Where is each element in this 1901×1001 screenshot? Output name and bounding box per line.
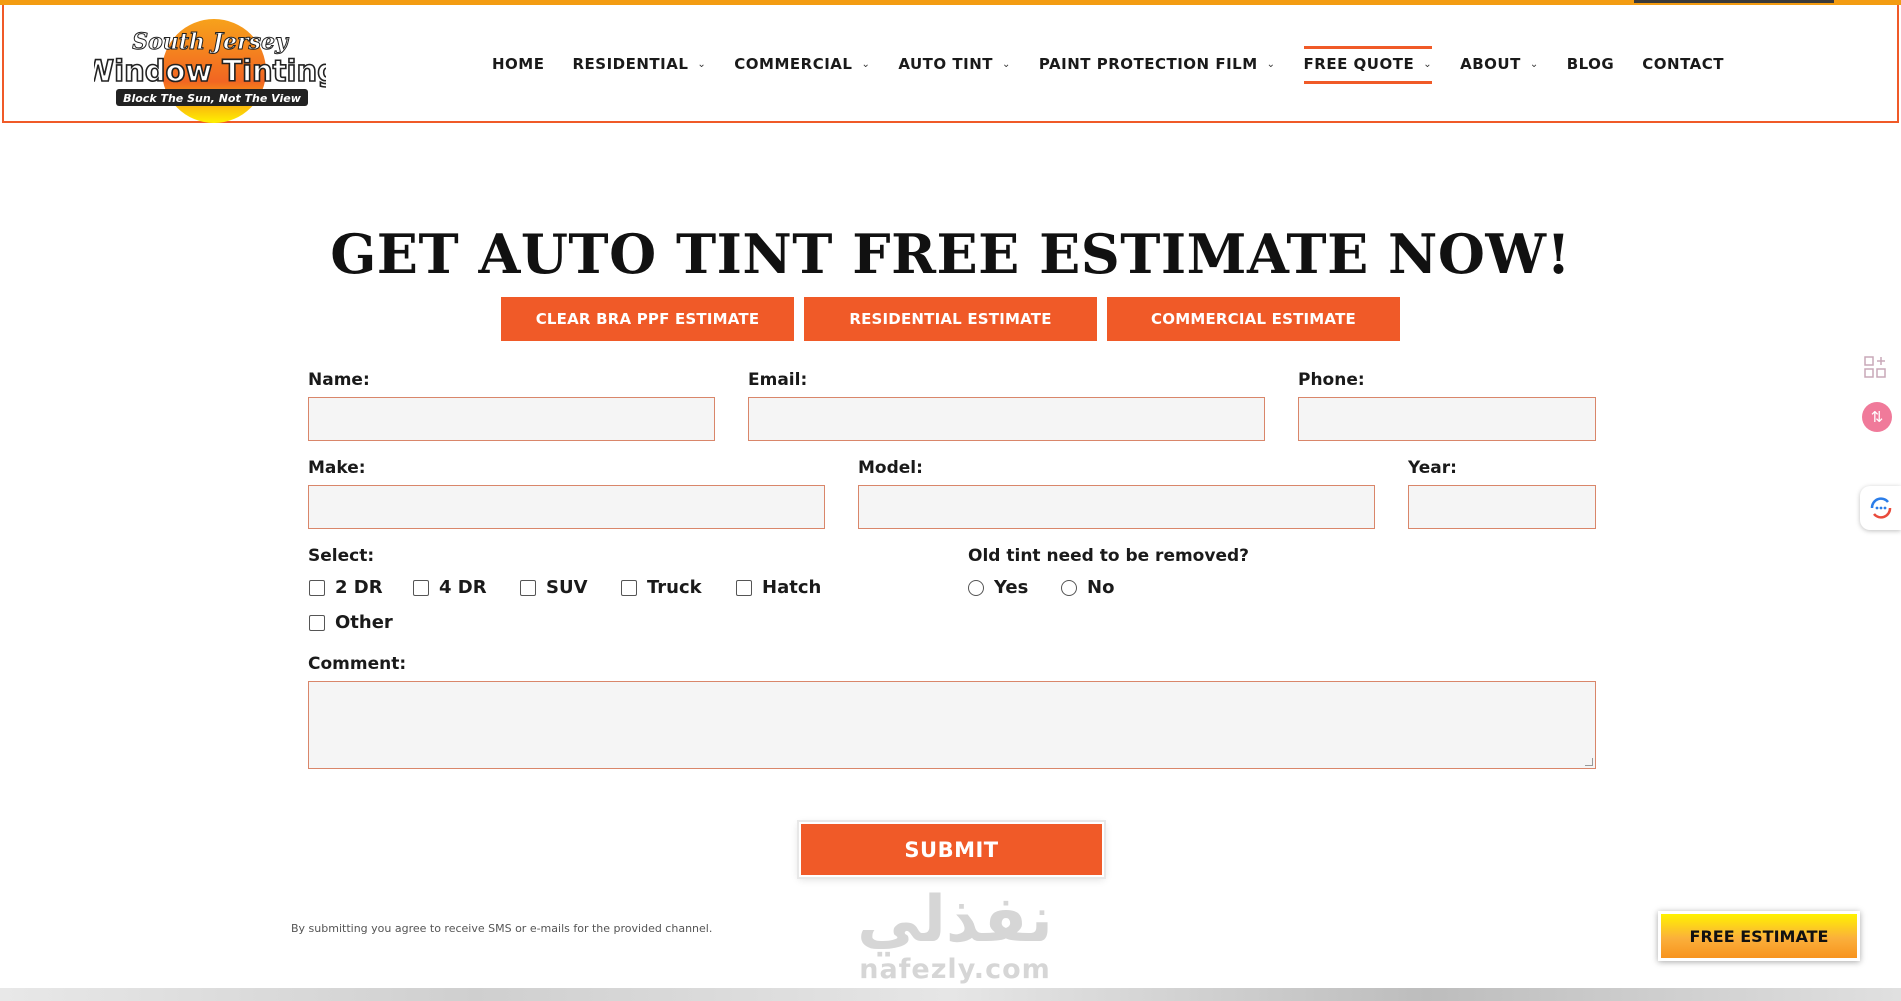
name-input[interactable] (308, 397, 715, 441)
checkbox[interactable] (413, 579, 429, 596)
email-input[interactable] (748, 397, 1265, 441)
residential-estimate-button[interactable]: RESIDENTIAL ESTIMATE (804, 297, 1097, 341)
nav-label: PAINT PROTECTION FILM (1038, 55, 1258, 73)
logo-top-text: South Jersey (132, 29, 290, 55)
sms-consent-disclaimer: By submitting you agree to receive SMS o… (291, 922, 713, 935)
nav-label: COMMERCIAL (734, 55, 853, 73)
checkbox[interactable] (520, 579, 536, 596)
nav-blog[interactable]: BLOG (1567, 44, 1615, 84)
option-label: 4 DR (439, 577, 487, 598)
radio[interactable] (1061, 579, 1077, 596)
nav-label: CONTACT (1642, 55, 1724, 73)
submit-button[interactable]: SUBMIT (799, 822, 1104, 877)
resize-handle-icon[interactable] (1585, 758, 1593, 766)
apps-grid-icon[interactable] (1862, 354, 1888, 380)
make-input[interactable] (308, 485, 825, 529)
commercial-estimate-button[interactable]: COMMERCIAL ESTIMATE (1107, 297, 1400, 341)
model-input[interactable] (858, 485, 1375, 529)
site-header: South Jersey Window Tinting Block The Su… (2, 5, 1899, 123)
chevron-down-icon: ⌄ (861, 58, 871, 70)
vehicle-hatch-option[interactable]: Hatch (736, 577, 821, 598)
watermark-latin: nafezly.com (859, 954, 1051, 985)
vehicle-2dr-option[interactable]: 2 DR (309, 577, 383, 598)
estimate-buttons: CLEAR BRA PPF ESTIMATE RESIDENTIAL ESTIM… (501, 297, 1400, 341)
year-label: Year: (1408, 458, 1457, 478)
checkbox[interactable] (309, 579, 325, 596)
vehicle-truck-option[interactable]: Truck (621, 577, 702, 598)
name-label: Name: (308, 370, 370, 390)
checkbox[interactable] (736, 579, 752, 596)
clear-bra-ppf-estimate-button[interactable]: CLEAR BRA PPF ESTIMATE (501, 297, 794, 341)
logo-main-text: Window Tinting (94, 54, 326, 88)
translate-icon[interactable]: ⇅ (1862, 402, 1892, 432)
select-label: Select: (308, 546, 375, 566)
phone-input[interactable] (1298, 397, 1596, 441)
watermark: نفذلي nafezly.com (840, 885, 1070, 985)
year-input[interactable] (1408, 485, 1596, 529)
free-estimate-button[interactable]: FREE ESTIMATE (1658, 911, 1860, 961)
chat-sync-icon[interactable] (1860, 486, 1901, 530)
comment-label: Comment: (308, 654, 407, 674)
page-title: GET AUTO TINT FREE ESTIMATE NOW! (330, 222, 1571, 286)
option-label: 2 DR (335, 577, 383, 598)
nav-label: AUTO TINT (898, 55, 993, 73)
logo-tagline: Block The Sun, Not The View (123, 92, 302, 105)
nav-label: HOME (492, 55, 545, 73)
phone-label: Phone: (1298, 370, 1365, 390)
nav-label: BLOG (1566, 55, 1615, 73)
main-nav: HOME RESIDENTIAL ⌄ COMMERCIAL ⌄ AUTO TINT ⌄… (492, 5, 1752, 123)
comment-textarea[interactable] (308, 681, 1596, 769)
watermark-arabic: نفذلي (857, 883, 1053, 957)
option-label: SUV (546, 577, 588, 598)
option-label: Yes (994, 577, 1029, 598)
chevron-down-icon: ⌄ (1529, 58, 1539, 70)
nav-label: RESIDENTIAL (572, 55, 689, 73)
vehicle-other-option[interactable]: Other (309, 612, 393, 633)
vehicle-suv-option[interactable]: SUV (520, 577, 588, 598)
model-label: Model: (858, 458, 923, 478)
option-label: Other (335, 612, 393, 633)
radio[interactable] (968, 579, 984, 596)
nav-commercial[interactable]: COMMERCIAL ⌄ (734, 44, 870, 84)
tint-removal-label: Old tint need to be removed? (968, 546, 1250, 566)
chevron-down-icon: ⌄ (1002, 58, 1011, 70)
email-label: Email: (748, 370, 808, 390)
chevron-down-icon: ⌄ (1266, 58, 1276, 70)
nav-auto-tint[interactable]: AUTO TINT ⌄ (898, 44, 1011, 84)
nav-home[interactable]: HOME (492, 44, 544, 84)
vehicle-4dr-option[interactable]: 4 DR (413, 577, 487, 598)
checkbox[interactable] (621, 579, 637, 596)
make-label: Make: (308, 458, 366, 478)
footer-image-strip (0, 988, 1901, 1001)
nav-residential[interactable]: RESIDENTIAL ⌄ (572, 44, 706, 84)
nav-contact[interactable]: CONTACT (1642, 44, 1724, 84)
site-logo[interactable]: South Jersey Window Tinting Block The Su… (81, 13, 339, 125)
nav-label: FREE QUOTE (1303, 55, 1415, 73)
option-label: Hatch (762, 577, 822, 598)
nav-free-quote[interactable]: FREE QUOTE ⌄ (1303, 44, 1433, 84)
chevron-down-icon: ⌄ (1423, 58, 1433, 70)
checkbox[interactable] (309, 614, 325, 631)
nav-about[interactable]: ABOUT ⌄ (1460, 44, 1539, 84)
nav-paint-protection-film[interactable]: PAINT PROTECTION FILM ⌄ (1039, 44, 1276, 84)
option-label: Truck (647, 577, 702, 598)
nav-label: ABOUT (1460, 55, 1521, 73)
removal-yes-option[interactable]: Yes (968, 577, 1028, 598)
option-label: No (1087, 577, 1115, 598)
removal-no-option[interactable]: No (1061, 577, 1114, 598)
top-progress-bar (1634, 0, 1834, 3)
chevron-down-icon: ⌄ (697, 58, 707, 70)
